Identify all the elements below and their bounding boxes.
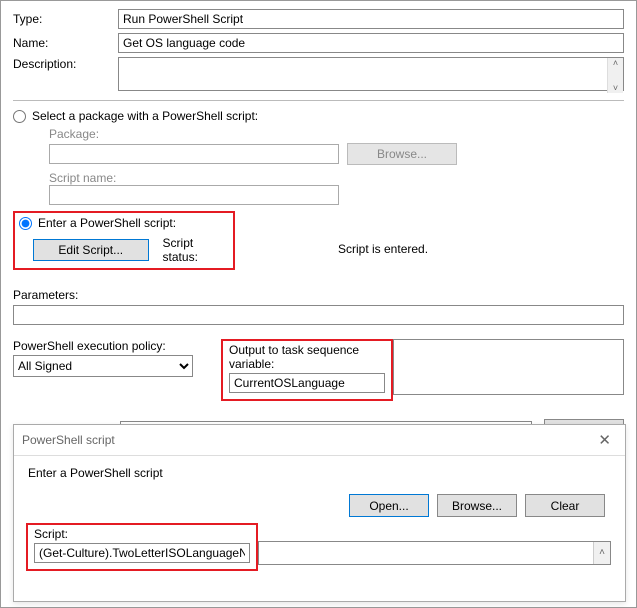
policy-select[interactable]: All Signed (13, 355, 193, 377)
radio-select-package-label: Select a package with a PowerShell scrip… (32, 109, 258, 123)
clear-button[interactable]: Clear (525, 494, 605, 517)
parameters-field[interactable] (13, 305, 624, 325)
package-field (49, 144, 339, 164)
scroll-up-icon[interactable]: ˄ (593, 542, 610, 564)
edit-script-button[interactable]: Edit Script... (33, 239, 149, 261)
radio-enter-script[interactable] (19, 217, 32, 230)
script-textarea[interactable] (34, 543, 250, 563)
scriptname-label: Script name: (49, 171, 624, 185)
separator (13, 100, 624, 101)
script-status-label: Script status: (163, 236, 229, 264)
script-textarea-extend[interactable]: ˄ (258, 541, 611, 565)
output-label: Output to task sequence variable: (229, 343, 385, 371)
name-field[interactable] (118, 33, 624, 53)
dialog-browse-button[interactable]: Browse... (437, 494, 517, 517)
open-button[interactable]: Open... (349, 494, 429, 517)
dialog-instruction: Enter a PowerShell script (28, 466, 611, 480)
package-browse-button: Browse... (347, 143, 457, 165)
script-status-value: Script is entered. (338, 242, 428, 256)
policy-label: PowerShell execution policy: (13, 339, 193, 353)
package-label: Package: (49, 127, 624, 141)
scriptname-field (49, 185, 339, 205)
script-label: Script: (34, 527, 250, 541)
dialog-title: PowerShell script (22, 433, 115, 447)
parameters-label: Parameters: (13, 288, 624, 302)
powershell-script-dialog: PowerShell script ✕ Enter a PowerShell s… (13, 424, 626, 602)
close-icon[interactable]: ✕ (592, 431, 617, 449)
type-field[interactable] (118, 9, 624, 29)
output-field[interactable] (229, 373, 385, 393)
description-label: Description: (13, 57, 118, 71)
type-label: Type: (13, 12, 118, 26)
radio-select-package[interactable] (13, 110, 26, 123)
output-field-extend[interactable] (393, 339, 624, 395)
radio-enter-script-label: Enter a PowerShell script: (38, 216, 176, 230)
scrollbar[interactable]: ˄˅ (607, 58, 623, 93)
description-field[interactable] (118, 57, 624, 91)
name-label: Name: (13, 36, 118, 50)
